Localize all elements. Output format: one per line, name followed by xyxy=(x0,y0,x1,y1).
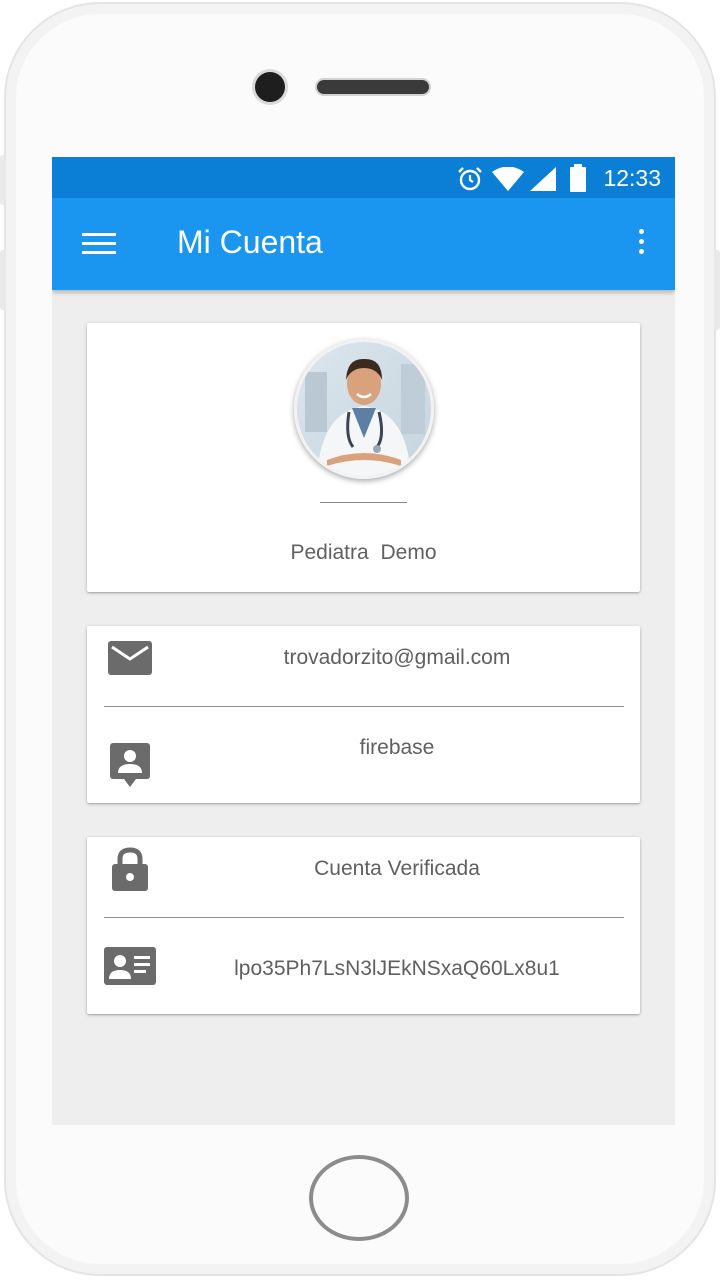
hamburger-menu-icon[interactable] xyxy=(80,228,120,260)
page-title: Mi Cuenta xyxy=(177,224,323,260)
status-bar: 12:33 xyxy=(52,157,675,198)
alarm-icon xyxy=(458,167,482,191)
provider-text: firebase xyxy=(359,736,435,759)
profile-name: Pediatra Demo xyxy=(290,541,437,564)
divider xyxy=(104,706,624,707)
email-icon xyxy=(108,641,152,675)
app-screen: 12:33 Mi Cuenta Pediatra Demo trovadorzi… xyxy=(52,157,675,1125)
app-bar: Mi Cuenta xyxy=(52,198,675,290)
wifi-icon xyxy=(492,167,524,191)
account-card: Cuenta Verificada lpo35Ph7LsN3lJEkNSxaQ6… xyxy=(87,837,640,1014)
lock-icon xyxy=(112,847,148,891)
verification-status: Cuenta Verificada xyxy=(314,857,480,880)
more-vertical-icon[interactable] xyxy=(629,226,653,262)
phone-side-button xyxy=(714,250,720,330)
contact-card: trovadorzito@gmail.com firebase xyxy=(87,626,640,803)
profile-card: Pediatra Demo xyxy=(87,323,640,592)
front-camera xyxy=(255,72,285,102)
battery-icon xyxy=(570,164,586,192)
home-button[interactable] xyxy=(309,1155,409,1241)
account-box-icon xyxy=(110,743,150,787)
user-uid: lpo35Ph7LsN3lJEkNSxaQ60Lx8u1 xyxy=(234,957,560,980)
avatar xyxy=(294,339,434,479)
signal-icon xyxy=(530,167,556,191)
earpiece-speaker xyxy=(317,80,429,94)
doctor-photo xyxy=(297,342,431,476)
email-text: trovadorzito@gmail.com xyxy=(283,646,511,669)
status-time: 12:33 xyxy=(603,165,661,191)
phone-side-button xyxy=(0,155,6,205)
name-underline xyxy=(320,502,407,503)
divider xyxy=(104,917,624,918)
id-card-icon xyxy=(104,947,156,985)
phone-side-button xyxy=(0,250,6,310)
